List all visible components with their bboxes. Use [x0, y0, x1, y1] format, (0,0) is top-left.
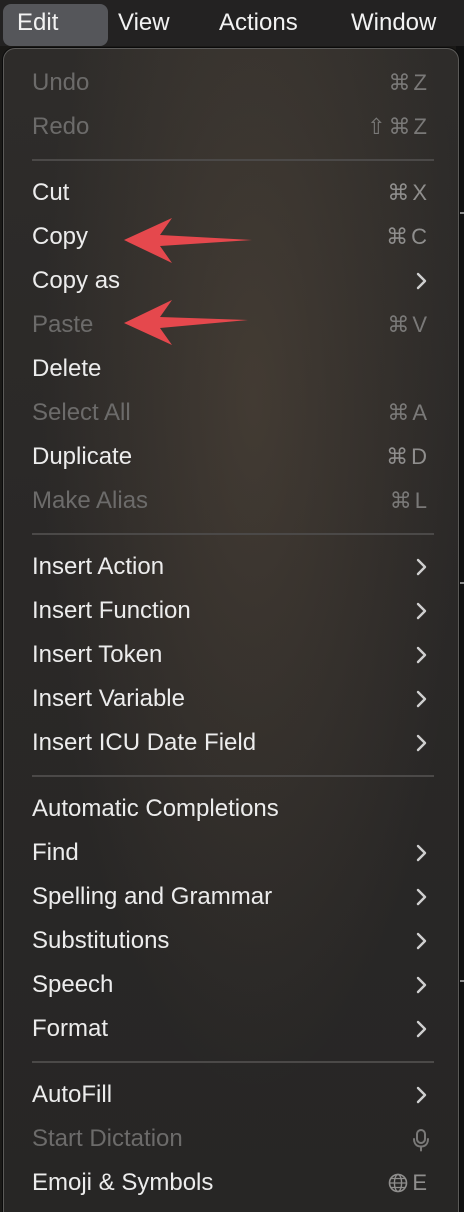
menu-item-label: Format — [32, 1015, 109, 1042]
red-arrow-icon — [124, 300, 248, 345]
menu-item-make-alias[interactable]: Make Alias ⌘L — [4, 479, 460, 523]
shortcut-label: ⌘D — [386, 444, 430, 469]
chevron-right-icon — [416, 1020, 427, 1038]
chevron-right-icon — [416, 646, 427, 664]
menu-item-label: Cut — [32, 179, 70, 206]
menu-item-label: Insert Function — [32, 597, 191, 624]
menu-item-speech[interactable]: Speech — [4, 963, 460, 1007]
menu-item-label: AutoFill — [32, 1081, 113, 1108]
menu-item-insert-variable[interactable]: Insert Variable — [4, 677, 460, 721]
chevron-right-icon — [416, 602, 427, 620]
chevron-right-icon — [416, 690, 427, 708]
menu-separator — [32, 533, 434, 535]
menu-item-emoji-symbols[interactable]: Emoji & Symbols E — [4, 1161, 460, 1205]
menu-item-label: Speech — [32, 971, 114, 998]
menu-item-label: Automatic Completions — [32, 795, 279, 822]
chevron-right-icon — [416, 932, 427, 950]
menu-item-find[interactable]: Find — [4, 831, 460, 875]
menu-item-label: Insert ICU Date Field — [32, 729, 257, 756]
menu-item-label: Emoji & Symbols — [32, 1169, 214, 1196]
menu-item-label: Insert Variable — [32, 685, 185, 712]
menubar-window[interactable]: Window — [337, 4, 450, 46]
menu-item-label: Delete — [32, 355, 102, 382]
chevron-right-icon — [416, 734, 427, 752]
menu-item-label: Undo — [32, 69, 90, 96]
menu-separator — [32, 159, 434, 161]
menu-item-insert-action[interactable]: Insert Action — [4, 545, 460, 589]
menu-item-insert-icu-date-field[interactable]: Insert ICU Date Field — [4, 721, 460, 765]
menu-item-label: Make Alias — [32, 487, 149, 514]
shortcut-label: ⌘A — [387, 400, 430, 425]
menu-item-label: Insert Action — [32, 553, 165, 580]
shortcut-label: ⌘V — [387, 312, 430, 337]
menu-item-label: Copy as — [32, 267, 121, 294]
menu-item-redo[interactable]: Redo ⇧⌘Z — [4, 105, 460, 149]
menubar-view[interactable]: View — [104, 4, 184, 46]
menu-item-label: Redo — [32, 113, 90, 140]
chevron-right-icon — [416, 272, 427, 290]
menu-item-start-dictation[interactable]: Start Dictation — [4, 1117, 460, 1161]
chevron-right-icon — [416, 844, 427, 862]
chevron-right-icon — [416, 1086, 427, 1104]
shortcut-label: ⌘X — [387, 180, 430, 205]
globe-icon — [388, 1173, 408, 1193]
menu-item-label: Duplicate — [32, 443, 133, 470]
chevron-right-icon — [416, 888, 427, 906]
menu-item-cut[interactable]: Cut ⌘X — [4, 171, 460, 215]
shortcut-label: ⌘C — [386, 224, 430, 249]
menu-item-label: Insert Token — [32, 641, 163, 668]
menu-item-spelling-and-grammar[interactable]: Spelling and Grammar — [4, 875, 460, 919]
menu-bar: Edit View Actions Window — [0, 0, 464, 46]
shortcut-label: ⇧⌘Z — [367, 114, 430, 139]
microphone-icon — [413, 1129, 429, 1152]
menu-item-format[interactable]: Format — [4, 1007, 460, 1051]
menu-item-label: Spelling and Grammar — [32, 883, 273, 910]
menu-item-label: Select All — [32, 399, 131, 426]
menu-item-label: Copy — [32, 223, 89, 250]
menu-item-insert-function[interactable]: Insert Function — [4, 589, 460, 633]
menu-item-insert-token[interactable]: Insert Token — [4, 633, 460, 677]
shortcut-label: ⌘L — [389, 488, 430, 513]
chevron-right-icon — [416, 558, 427, 576]
shortcut-label: E — [412, 1170, 430, 1195]
menu-separator — [32, 775, 434, 777]
chevron-right-icon — [416, 976, 427, 994]
menu-item-duplicate[interactable]: Duplicate ⌘D — [4, 435, 460, 479]
menu-item-label: Paste — [32, 311, 94, 338]
menu-item-undo[interactable]: Undo ⌘Z — [4, 61, 460, 105]
menu-item-automatic-completions[interactable]: Automatic Completions — [4, 787, 460, 831]
menu-separator — [32, 1061, 434, 1063]
menubar-edit[interactable]: Edit — [3, 4, 108, 46]
menu-item-substitutions[interactable]: Substitutions — [4, 919, 460, 963]
menu-item-label: Find — [32, 839, 79, 866]
menu-item-label: Start Dictation — [32, 1125, 183, 1152]
menu-item-delete[interactable]: Delete — [4, 347, 460, 391]
menu-item-select-all[interactable]: Select All ⌘A — [4, 391, 460, 435]
menubar-actions[interactable]: Actions — [205, 4, 312, 46]
red-arrow-icon — [124, 218, 252, 263]
menu-item-label: Substitutions — [32, 927, 170, 954]
shortcut-label: ⌘Z — [388, 70, 430, 95]
menu-item-autofill[interactable]: AutoFill — [4, 1073, 460, 1117]
